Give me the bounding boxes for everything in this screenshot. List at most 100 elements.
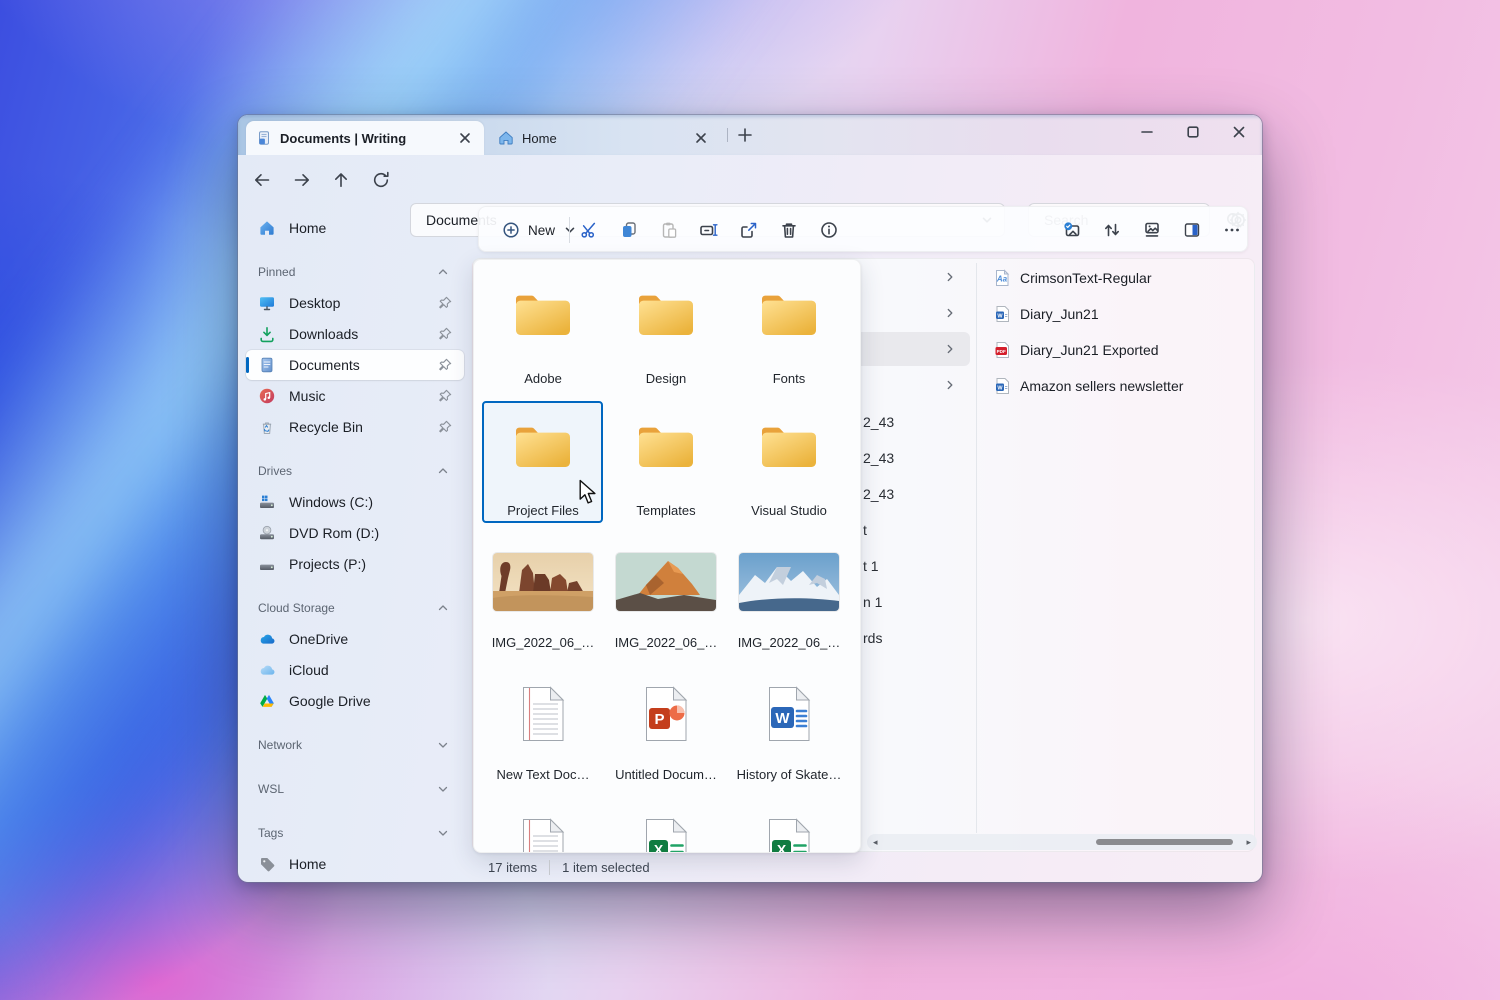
select-button[interactable]	[1056, 214, 1088, 246]
chevron-down-icon[interactable]	[434, 780, 452, 798]
preview-pane-button[interactable]	[1176, 214, 1208, 246]
sidebar-item-downloads[interactable]: Downloads	[246, 319, 464, 349]
sidebar-item-dvd-rom-d[interactable]: DVD Rom (D:)	[246, 518, 464, 548]
chevron-up-icon[interactable]	[434, 462, 452, 480]
icloud-icon	[258, 661, 276, 679]
chevron-down-icon[interactable]	[434, 736, 452, 754]
sidebar-item-home[interactable]: Home	[246, 213, 464, 243]
tab-home[interactable]: Home	[488, 121, 720, 155]
sidebar-item-music[interactable]: Music	[246, 381, 464, 411]
grid-item-partial[interactable]: X	[765, 817, 813, 853]
file-row-crimsontext-regular[interactable]: AaCrimsonText-Regular	[983, 261, 1249, 295]
chevron-right-icon[interactable]	[942, 305, 958, 321]
svg-text:P: P	[654, 711, 664, 728]
more-button[interactable]	[1216, 214, 1248, 246]
sidebar-item-icloud[interactable]: iCloud	[246, 655, 464, 685]
truncated-file-label[interactable]: 2_43	[863, 486, 894, 502]
copy-button[interactable]	[613, 214, 645, 246]
sidebar-section-drives[interactable]: Drives	[246, 456, 464, 486]
grid-item-img-2022-06[interactable]	[493, 553, 593, 611]
sidebar-item-onedrive[interactable]: OneDrive	[246, 624, 464, 654]
refresh-button[interactable]	[364, 163, 398, 197]
music-icon	[258, 387, 276, 405]
scrollbar-thumb[interactable]	[1096, 839, 1233, 845]
chevron-right-icon[interactable]	[942, 269, 958, 285]
horizontal-scrollbar[interactable]: ◂ ▸	[867, 834, 1257, 850]
truncated-file-label[interactable]: t	[863, 522, 867, 538]
folder-icon	[512, 422, 574, 472]
pin-icon	[436, 325, 454, 343]
grid-item-history-of-skate[interactable]: W	[765, 685, 813, 743]
sidebar-section-tags[interactable]: Tags	[246, 818, 464, 848]
chevron-up-icon[interactable]	[434, 599, 452, 617]
sidebar-item-projects-p[interactable]: Projects (P:)	[246, 549, 464, 579]
grid-item-label: Fonts	[729, 371, 849, 386]
file-row-amazon-sellers-newsletter[interactable]: WAmazon sellers newsletter	[983, 369, 1249, 403]
file-row-diary-jun21[interactable]: WDiary_Jun21	[983, 297, 1249, 331]
sidebar-item-google-drive[interactable]: Google Drive	[246, 686, 464, 716]
truncated-file-label[interactable]: rds	[863, 630, 882, 646]
grid-item-partial[interactable]	[519, 817, 567, 853]
cut-button[interactable]	[573, 214, 605, 246]
grid-item-adobe[interactable]	[512, 290, 574, 340]
truncated-file-label[interactable]: n 1	[863, 594, 882, 610]
sidebar-section-pinned[interactable]: Pinned	[246, 257, 464, 287]
minimize-button[interactable]	[1126, 117, 1168, 147]
grid-item-img-2022-06[interactable]	[739, 553, 839, 611]
grid-item-partial[interactable]: X	[642, 817, 690, 853]
sidebar-item-home[interactable]: Home	[246, 849, 464, 879]
grid-item-img-2022-06[interactable]	[616, 553, 716, 611]
sidebar-section-network[interactable]: Network	[246, 730, 464, 760]
maximize-button[interactable]	[1172, 117, 1214, 147]
delete-button[interactable]	[773, 214, 805, 246]
close-tab-icon[interactable]	[692, 129, 710, 147]
paste-button[interactable]	[653, 214, 685, 246]
up-button[interactable]	[324, 163, 358, 197]
sort-button[interactable]	[1096, 214, 1128, 246]
minimize-icon	[1139, 124, 1155, 140]
new-tab-button[interactable]	[734, 124, 756, 146]
info-button[interactable]	[813, 214, 845, 246]
tab-documents-writing[interactable]: Documents | Writing	[246, 121, 484, 155]
folder-icon	[512, 290, 574, 340]
folder-icon	[758, 290, 820, 340]
forward-button[interactable]	[285, 163, 319, 197]
grid-item-design[interactable]	[635, 290, 697, 340]
sidebar-item-windows-c[interactable]: Windows (C:)	[246, 487, 464, 517]
chevron-right-icon[interactable]	[942, 341, 958, 357]
chevron-up-icon[interactable]	[434, 263, 452, 281]
truncated-file-label[interactable]: 2_43	[863, 414, 894, 430]
file-row-diary-jun21-exported[interactable]: PDFDiary_Jun21 Exported	[983, 333, 1249, 367]
truncated-file-label[interactable]: 2_43	[863, 450, 894, 466]
preview-pane-icon	[1182, 220, 1202, 240]
sidebar-item-recycle-bin[interactable]: Recycle Bin	[246, 412, 464, 442]
sidebar-section-cloud-storage[interactable]: Cloud Storage	[246, 593, 464, 623]
chevron-right-icon[interactable]	[942, 377, 958, 393]
back-button[interactable]	[245, 163, 279, 197]
maximize-icon	[1185, 124, 1201, 140]
status-bar: 17 items 1 item selected	[472, 852, 1262, 882]
sidebar-item-documents[interactable]: Documents	[246, 350, 464, 380]
close-window-button[interactable]	[1218, 117, 1260, 147]
grid-item-untitled-docum[interactable]: P	[642, 685, 690, 743]
grid-item-project-files[interactable]	[512, 422, 574, 472]
gallery-button[interactable]	[1136, 214, 1168, 246]
sidebar-item-desktop[interactable]: Desktop	[246, 288, 464, 318]
truncated-file-label[interactable]: t 1	[863, 558, 879, 574]
rename-button[interactable]	[693, 214, 725, 246]
grid-item-fonts[interactable]	[758, 290, 820, 340]
grid-item-new-text-doc[interactable]	[519, 685, 567, 743]
grid-item-label: IMG_2022_06_…	[729, 635, 849, 650]
sidebar-section-wsl[interactable]: WSL	[246, 774, 464, 804]
scroll-left-icon[interactable]: ◂	[873, 835, 878, 849]
share-button[interactable]	[733, 214, 765, 246]
grid-item-label: IMG_2022_06_…	[606, 635, 726, 650]
chevron-down-icon[interactable]	[434, 824, 452, 842]
file-name: Diary_Jun21	[1020, 306, 1099, 322]
close-tab-icon[interactable]	[456, 129, 474, 147]
section-label: Tags	[258, 826, 434, 840]
scroll-right-icon[interactable]: ▸	[1246, 835, 1251, 849]
delete-icon	[779, 220, 799, 240]
grid-item-visual-studio[interactable]	[758, 422, 820, 472]
grid-item-templates[interactable]	[635, 422, 697, 472]
